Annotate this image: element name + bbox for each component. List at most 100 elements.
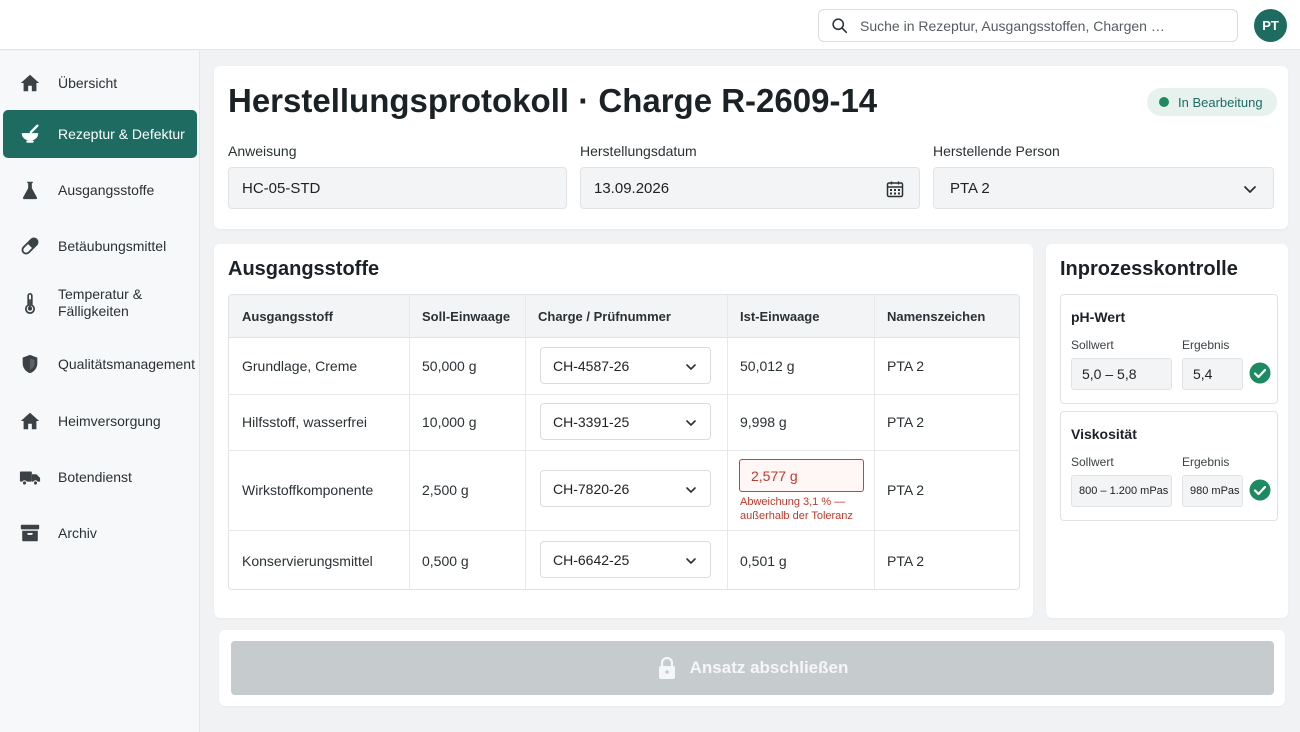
sidebar-item-botendienst[interactable]: Botendienst [3, 453, 197, 501]
chevron-down-icon [686, 364, 696, 370]
sidebar-item-label: Rezeptur & Defektur [58, 125, 185, 142]
ausgangsstoffe-card: Ausgangsstoffe Ausgangsstoff Soll-Einwaa… [214, 244, 1033, 618]
ipc-check-name: pH-Wert [1071, 309, 1126, 325]
archive-icon [19, 522, 41, 544]
cell-namenszeichen: PTA 2 [887, 358, 925, 374]
cell-namenszeichen: PTA 2 [887, 552, 925, 569]
home-icon [19, 410, 41, 432]
charge-value: CH-6642-25 [553, 551, 630, 568]
sidebar-item-qualitaetsmanagement[interactable]: Qualitätsmanagement [3, 340, 197, 388]
herstellende-person-label: Herstellende Person [933, 143, 1060, 159]
protocol-header-card: Herstellungsprotokoll · Charge R-2609-14… [214, 66, 1288, 229]
charge-value: CH-7820-26 [553, 480, 630, 497]
search-placeholder: Suche in Rezeptur, Ausgangsstoffen, Char… [860, 17, 1165, 34]
sidebar: Übersicht Rezeptur & Defektur Ausgangsst… [0, 51, 200, 732]
pill-icon [19, 235, 41, 257]
cell-ist-einwaage[interactable]: 9,998 g [727, 394, 874, 450]
sidebar-item-betaeubungsmittel[interactable]: Betäubungsmittel [3, 222, 197, 270]
top-bar: Suche in Rezeptur, Ausgangsstoffen, Char… [0, 0, 1300, 50]
thermometer-icon [19, 292, 41, 314]
sollwert-field: 5,0 – 5,8 [1071, 358, 1172, 390]
charge-value: CH-4587-26 [553, 357, 630, 374]
page-title: Herstellungsprotokoll · Charge R-2609-14 [228, 82, 878, 119]
cell-soll-einwaage: 2,500 g [422, 482, 469, 498]
sidebar-item-ausgangsstoffe[interactable]: Ausgangsstoffe [3, 166, 197, 214]
sidebar-item-label: Temperatur & Fälligkeiten [58, 286, 143, 319]
anweisung-value: HC-05-STD [242, 179, 321, 197]
sidebar-item-label: Übersicht [58, 74, 118, 91]
cell-namenszeichen: PTA 2 [887, 482, 925, 498]
ausgangsstoffe-table: Ausgangsstoff Soll-Einwaage Charge / Prü… [228, 294, 1020, 590]
sidebar-item-label: Heimversorgung [58, 412, 161, 429]
calendar-icon[interactable] [885, 179, 905, 199]
herstellende-person-select[interactable]: PTA 2 [933, 167, 1274, 209]
ergebnis-label: Ergebnis [1182, 455, 1230, 469]
cell-namenszeichen: PTA 2 [887, 414, 925, 430]
cell-ausgangsstoff: Hilfsstoff, wasserfrei [242, 414, 367, 430]
sidebar-item-label: Botendienst [58, 468, 132, 485]
flask-icon [19, 179, 41, 201]
ipc-check-viskositaet: Viskosität Sollwert Ergebnis 800 – 1.200… [1060, 411, 1278, 521]
submit-button-label: Ansatz abschließen [689, 658, 849, 677]
avatar[interactable]: PT [1254, 9, 1287, 42]
ist-einwaage-value: 2,577 g [751, 467, 798, 484]
herstellende-person-value: PTA 2 [950, 179, 990, 197]
column-header: Ausgangsstoff [229, 295, 409, 338]
ipc-check-name: Viskosität [1071, 426, 1137, 442]
ergebnis-field[interactable]: 5,4 [1182, 358, 1243, 390]
sidebar-item-temperatur[interactable]: Temperatur & Fälligkeiten [3, 279, 197, 327]
column-divider [525, 295, 526, 589]
sidebar-item-archiv[interactable]: Archiv [3, 509, 197, 557]
search-icon [832, 18, 848, 34]
cell-soll-einwaage: 10,000 g [422, 414, 477, 430]
ergebnis-field[interactable]: 980 mPas [1182, 475, 1243, 507]
cell-ausgangsstoff: Konservierungsmittel [242, 552, 373, 569]
check-circle-icon [1249, 362, 1271, 384]
sollwert-label: Sollwert [1071, 338, 1114, 352]
section-title: Inprozesskontrolle [1060, 258, 1238, 280]
sidebar-item-label: Ausgangsstoffe [58, 181, 155, 198]
sidebar-item-heimversorgung[interactable]: Heimversorgung [3, 397, 197, 445]
charge-select[interactable]: CH-6642-25 [540, 541, 711, 578]
ansatz-abschliessen-button[interactable]: Ansatz abschließen [231, 641, 1274, 695]
chevron-down-icon [686, 487, 696, 493]
sidebar-item-rezeptur[interactable]: Rezeptur & Defektur [3, 110, 197, 158]
home-icon [19, 72, 41, 94]
status-badge: In Bearbeitung [1147, 88, 1277, 116]
mortar-pestle-icon [19, 123, 41, 145]
inprozesskontrolle-card: Inprozesskontrolle pH-Wert Sollwert Erge… [1046, 244, 1288, 618]
column-header: Ist-Einwaage [727, 295, 874, 338]
column-header: Soll-Einwaage [409, 295, 525, 338]
chevron-down-icon [686, 420, 696, 426]
sidebar-item-uebersicht[interactable]: Übersicht [3, 59, 197, 107]
tolerance-error-message: Abweichung 3,1 % — außerhalb der Toleran… [740, 496, 853, 522]
action-bar: Ansatz abschließen [219, 630, 1285, 706]
herstellungsdatum-label: Herstellungsdatum [580, 143, 697, 159]
shield-icon [19, 353, 41, 375]
ist-einwaage-input-error[interactable]: 2,577 g [739, 459, 864, 492]
sollwert-label: Sollwert [1071, 455, 1114, 469]
truck-icon [19, 466, 41, 488]
charge-select[interactable]: CH-3391-25 [540, 403, 711, 440]
ipc-check-ph: pH-Wert Sollwert Ergebnis 5,0 – 5,8 5,4 [1060, 294, 1278, 404]
charge-select[interactable]: CH-4587-26 [540, 347, 711, 384]
cell-ausgangsstoff: Wirkstoffkomponente [242, 482, 374, 498]
anweisung-label: Anweisung [228, 143, 297, 159]
lock-icon [658, 656, 675, 679]
cell-soll-einwaage: 0,500 g [422, 552, 469, 569]
herstellungsdatum-value: 13.09.2026 [594, 179, 670, 197]
cell-soll-einwaage: 50,000 g [422, 358, 477, 374]
charge-value: CH-3391-25 [553, 413, 630, 430]
chevron-down-icon [1244, 186, 1256, 193]
status-badge-label: In Bearbeitung [1178, 94, 1263, 110]
column-header: Charge / Prüfnummer [525, 295, 727, 338]
check-circle-icon [1249, 479, 1271, 501]
charge-select[interactable]: CH-7820-26 [540, 470, 711, 507]
herstellungsdatum-field[interactable]: 13.09.2026 [580, 167, 920, 209]
anweisung-field[interactable]: HC-05-STD [228, 167, 567, 209]
search-input[interactable]: Suche in Rezeptur, Ausgangsstoffen, Char… [818, 9, 1238, 42]
cell-ist-einwaage[interactable]: 50,012 g [727, 338, 874, 394]
cell-ist-einwaage[interactable]: 0,501 g [727, 530, 874, 589]
ergebnis-label: Ergebnis [1182, 338, 1230, 352]
chevron-down-icon [686, 558, 696, 564]
